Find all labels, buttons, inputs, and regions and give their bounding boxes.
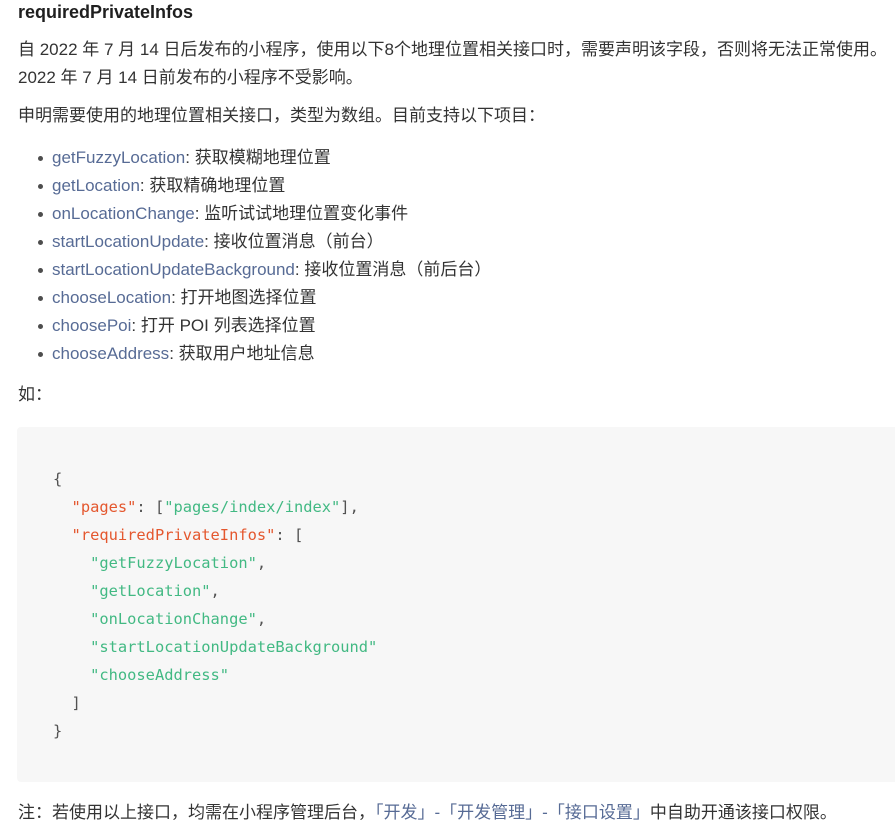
api-description: 打开地图选择位置 <box>180 288 317 307</box>
api-list-item: getFuzzyLocation: 获取模糊地理位置 <box>0 144 491 172</box>
note-suffix: 中自助开通该接口权限。 <box>649 803 837 822</box>
api-description: 获取用户地址信息 <box>178 344 315 363</box>
code-line: "requiredPrivateInfos": [ <box>53 521 895 549</box>
code-token-string: "onLocationChange" <box>90 610 257 628</box>
api-separator: : <box>131 316 141 335</box>
api-name-link[interactable]: startLocationUpdateBackground <box>52 260 295 279</box>
code-token-string: "startLocationUpdateBackground" <box>90 638 378 656</box>
code-token-punct: : [ <box>136 498 165 516</box>
note-prefix: 注：若使用以上接口，均需在小程序管理后台， <box>18 803 375 822</box>
api-list-item: startLocationUpdateBackground: 接收位置消息（前后… <box>0 256 491 284</box>
api-separator: : <box>194 204 205 223</box>
list-intro-paragraph: 申明需要使用的地理位置相关接口，类型为数组。目前支持以下项目： <box>18 106 545 125</box>
code-line: "pages": ["pages/index/index"], <box>53 493 895 521</box>
code-line: "startLocationUpdateBackground" <box>53 633 895 661</box>
code-line: "getFuzzyLocation", <box>53 549 895 577</box>
note-paragraph: 注：若使用以上接口，均需在小程序管理后台，「开发」-「开发管理」-「接口设置」中… <box>18 799 837 827</box>
api-description: 获取模糊地理位置 <box>194 148 331 167</box>
list-bullet <box>38 352 43 357</box>
api-description: 接收位置消息（前台） <box>213 232 384 251</box>
list-bullet <box>38 324 43 329</box>
code-token-string: "pages/index/index" <box>164 498 341 516</box>
api-list-item: chooseLocation: 打开地图选择位置 <box>0 284 491 312</box>
api-name-link[interactable]: startLocationUpdate <box>52 232 204 251</box>
api-separator: : <box>139 176 150 195</box>
list-bullet <box>38 184 43 189</box>
example-label: 如： <box>18 385 52 404</box>
api-list-item: getLocation: 获取精确地理位置 <box>0 172 491 200</box>
code-token-punct: : [ <box>275 526 304 544</box>
intro-paragraph: 自 2022 年 7 月 14 日后发布的小程序，使用以下8个地理位置相关接口时… <box>18 40 887 87</box>
api-separator: : <box>171 288 181 307</box>
list-bullet <box>38 240 43 245</box>
code-token-punct: } <box>53 722 63 740</box>
code-line: { <box>53 465 895 493</box>
code-token-string: "getLocation" <box>90 582 211 600</box>
section-heading: requiredPrivateInfos <box>18 2 194 22</box>
code-line: ] <box>53 689 895 717</box>
api-description: 打开 POI 列表选择位置 <box>140 316 316 335</box>
api-list: getFuzzyLocation: 获取模糊地理位置 getLocation: 获… <box>0 144 491 368</box>
code-token-punct: ] <box>71 694 81 712</box>
list-bullet <box>38 296 43 301</box>
code-block-content: { "pages": ["pages/index/index"], "requi… <box>53 465 895 745</box>
api-list-item: choosePoi: 打开 POI 列表选择位置 <box>0 312 491 340</box>
list-bullet <box>38 268 43 273</box>
list-bullet <box>38 156 43 161</box>
api-name-link[interactable]: chooseLocation <box>52 288 171 307</box>
code-token-punct: , <box>256 610 267 628</box>
api-description: 监听试试地理位置变化事件 <box>204 204 409 223</box>
code-token-punct: , <box>256 554 267 572</box>
api-name-link[interactable]: getLocation <box>52 176 140 195</box>
api-list-item: onLocationChange: 监听试试地理位置变化事件 <box>0 200 491 228</box>
api-list-item: chooseAddress: 获取用户地址信息 <box>0 340 491 368</box>
code-line: "getLocation", <box>53 577 895 605</box>
api-separator: : <box>294 260 305 279</box>
note-settings-path-link[interactable]: 「开发」-「开发管理」-「接口设置」 <box>375 803 650 822</box>
api-description: 获取精确地理位置 <box>149 176 286 195</box>
code-line: } <box>53 717 895 745</box>
code-token-punct: ], <box>340 498 359 516</box>
api-list-item: startLocationUpdate: 接收位置消息（前台） <box>0 228 491 256</box>
code-token-key: "requiredPrivateInfos" <box>71 526 276 544</box>
code-token-string: "getFuzzyLocation" <box>90 554 257 572</box>
code-line: "onLocationChange", <box>53 605 895 633</box>
api-name-link[interactable]: onLocationChange <box>52 204 195 223</box>
api-name-link[interactable]: getFuzzyLocation <box>52 148 185 167</box>
code-block: { "pages": ["pages/index/index"], "requi… <box>17 427 895 782</box>
api-separator: : <box>204 232 214 251</box>
code-token-punct: { <box>53 470 63 488</box>
code-token-key: "pages" <box>71 498 137 516</box>
api-description: 接收位置消息（前后台） <box>304 260 492 279</box>
api-separator: : <box>185 148 195 167</box>
code-line: "chooseAddress" <box>53 661 895 689</box>
code-token-punct: , <box>210 582 220 600</box>
code-token-string: "chooseAddress" <box>90 666 230 684</box>
api-name-link[interactable]: chooseAddress <box>52 344 169 363</box>
api-separator: : <box>169 344 179 363</box>
list-bullet <box>38 212 43 217</box>
api-name-link[interactable]: choosePoi <box>52 316 131 335</box>
